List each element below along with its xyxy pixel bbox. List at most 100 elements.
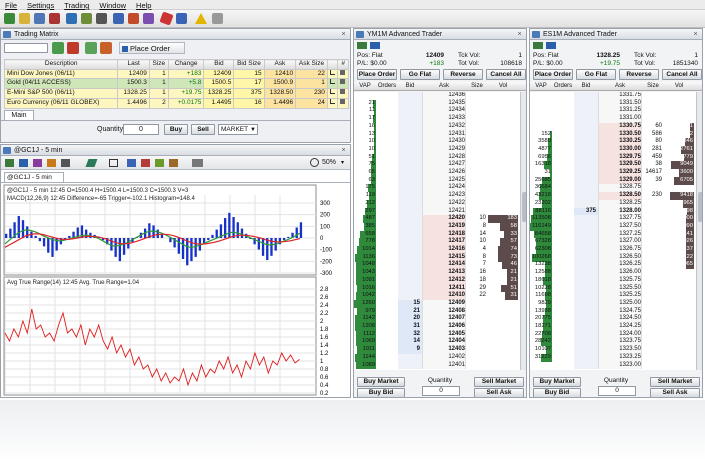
bid-cell[interactable] — [398, 192, 422, 200]
buy-bid-button[interactable]: Buy Bid — [357, 388, 405, 397]
ladder-row[interactable]: 1330.75 60 21 — [530, 122, 696, 131]
price-cell[interactable]: 12407 — [422, 315, 466, 324]
price-cell[interactable]: 1328.50 — [598, 192, 642, 200]
price-cell[interactable]: 12417 — [422, 238, 466, 247]
bid-cell[interactable] — [574, 107, 598, 116]
buy-market-button[interactable]: Buy Market — [533, 377, 581, 387]
price-cell[interactable]: 12410 — [422, 292, 466, 301]
sell-ask-button[interactable]: Sell Ask — [474, 388, 524, 397]
account-icon[interactable] — [34, 13, 45, 24]
menu-file[interactable]: File — [0, 0, 22, 10]
price-cell[interactable]: 1325.00 — [598, 299, 642, 308]
bid-cell[interactable] — [398, 153, 422, 162]
ladder-row[interactable]: 113508 1327.75 1000 — [530, 215, 696, 224]
bid-cell[interactable] — [574, 138, 598, 147]
price-cell[interactable]: 12430 — [422, 138, 466, 147]
symbol-icon[interactable] — [5, 159, 14, 167]
bid-cell[interactable] — [398, 122, 422, 131]
ladder-row[interactable]: 1042 12410 22 31 — [354, 292, 520, 301]
ladder-row[interactable]: 18618 1325.75 — [530, 276, 696, 285]
close-icon[interactable]: × — [339, 30, 348, 39]
bid-cell[interactable] — [398, 215, 422, 224]
ladder-row[interactable]: 1089 12401 — [354, 361, 520, 370]
ladder-row[interactable]: 9829 1325.00 — [530, 299, 696, 308]
bid-cell[interactable] — [574, 176, 598, 185]
indicator-icon[interactable] — [33, 159, 42, 167]
ladder-col-3[interactable]: Ask — [422, 82, 466, 91]
ladder-scrollbar[interactable] — [520, 92, 526, 370]
bid-cell[interactable] — [574, 361, 598, 370]
price-cell[interactable]: 12401 — [422, 361, 466, 370]
bid-cell[interactable] — [574, 292, 598, 301]
ladder-row[interactable]: 1331.25 — [530, 107, 696, 116]
price-cell[interactable]: 1328.75 — [598, 184, 642, 193]
col-chart[interactable] — [326, 59, 339, 70]
ladder-row[interactable]: 31229 1323.25 — [530, 353, 696, 362]
ladder-row[interactable]: 658 12418 14 33 — [354, 230, 520, 239]
bid-cell[interactable] — [574, 99, 598, 108]
price-cell[interactable]: 12419 — [422, 222, 466, 231]
col-change[interactable]: Change — [167, 59, 205, 70]
crosshair-icon[interactable] — [109, 159, 118, 167]
ladder-row[interactable]: 51 12428 — [354, 153, 520, 162]
go-flat-button[interactable]: Go Flat — [576, 69, 616, 80]
tab-chart[interactable]: @GC1J - 5 min — [4, 172, 64, 182]
price-cell[interactable]: 1327.25 — [598, 230, 642, 239]
chart-icon[interactable] — [326, 88, 339, 99]
buy-button[interactable]: Buy — [164, 124, 188, 135]
col-size[interactable]: Size — [148, 59, 169, 70]
bid-cell[interactable] — [398, 238, 422, 247]
channel-icon[interactable] — [155, 159, 164, 167]
bid-cell[interactable] — [574, 215, 598, 224]
remove-symbol-icon[interactable] — [67, 42, 79, 54]
price-cell[interactable]: 12408 — [422, 307, 466, 316]
price-cell[interactable]: 1324.00 — [598, 330, 642, 339]
connection-icon[interactable] — [4, 13, 15, 24]
ladder-row[interactable]: 13238 1326.25 1065 — [530, 261, 696, 270]
price-cell[interactable]: 12405 — [422, 330, 466, 339]
ladder-row[interactable]: 12588 1326.00 — [530, 269, 696, 277]
col-ask-size[interactable]: Ask Size — [295, 59, 328, 70]
price-cell[interactable]: 1327.50 — [598, 222, 642, 231]
ladder-row[interactable]: 10 12430 — [354, 138, 520, 147]
bid-cell[interactable] — [574, 199, 598, 208]
news-icon[interactable] — [96, 13, 107, 24]
price-cell[interactable]: 12429 — [422, 145, 466, 154]
ladder-col-5[interactable]: Vol — [488, 82, 518, 91]
ladder-row[interactable]: 1323.00 — [530, 361, 696, 370]
price-cell[interactable]: 1323.75 — [598, 338, 642, 347]
price-ladder[interactable]: 12436 21 12435 11 12434 17 12433 16 12432 13 12431… — [354, 92, 520, 370]
price-cell[interactable]: 1328.25 — [598, 199, 642, 208]
price-cell[interactable]: 1331.50 — [598, 99, 642, 108]
buy-bid-button[interactable]: Buy Bid — [533, 388, 581, 397]
price-cell[interactable]: 1323.50 — [598, 346, 642, 354]
price-cell[interactable]: 12412 — [422, 276, 466, 285]
ladder-row[interactable]: 3580 1330.25 80 1346 — [530, 138, 696, 147]
quantity-stepper[interactable]: 0 — [598, 386, 636, 396]
price-cell[interactable]: 12420 — [422, 215, 466, 224]
ladder-row[interactable]: 1331.00 — [530, 115, 696, 123]
tools-icon[interactable] — [143, 13, 154, 24]
bid-cell[interactable] — [574, 161, 598, 170]
col-last[interactable]: Last — [117, 59, 150, 70]
ladder-col-2[interactable]: Bid — [398, 82, 422, 91]
buy-market-button[interactable]: Buy Market — [357, 377, 405, 387]
close-icon[interactable]: × — [515, 30, 524, 39]
ladder-row[interactable]: 1144 12402 — [354, 353, 520, 362]
price-cell[interactable]: 1330.00 — [598, 145, 642, 154]
price-cell[interactable]: 12433 — [422, 115, 466, 123]
price-cell[interactable]: 12418 — [422, 230, 466, 239]
grid-icon[interactable] — [61, 159, 70, 167]
ladder-row[interactable]: 175 12424 — [354, 184, 520, 193]
ladder-row[interactable]: 10107 1323.50 — [530, 346, 696, 354]
ladder-row[interactable]: 28242 1323.75 — [530, 338, 696, 347]
ladder-row[interactable]: 385 12419 8 58 — [354, 222, 520, 231]
bid-cell[interactable] — [574, 122, 598, 131]
price-cell[interactable]: 12435 — [422, 99, 466, 108]
col-ask[interactable]: Ask — [263, 59, 297, 70]
price-cell[interactable]: 1327.75 — [598, 215, 642, 224]
col-bid-size[interactable]: Bid Size — [233, 59, 265, 70]
price-cell[interactable]: 12424 — [422, 184, 466, 193]
link-icon[interactable] — [357, 42, 367, 49]
close-icon[interactable]: × — [339, 146, 348, 155]
